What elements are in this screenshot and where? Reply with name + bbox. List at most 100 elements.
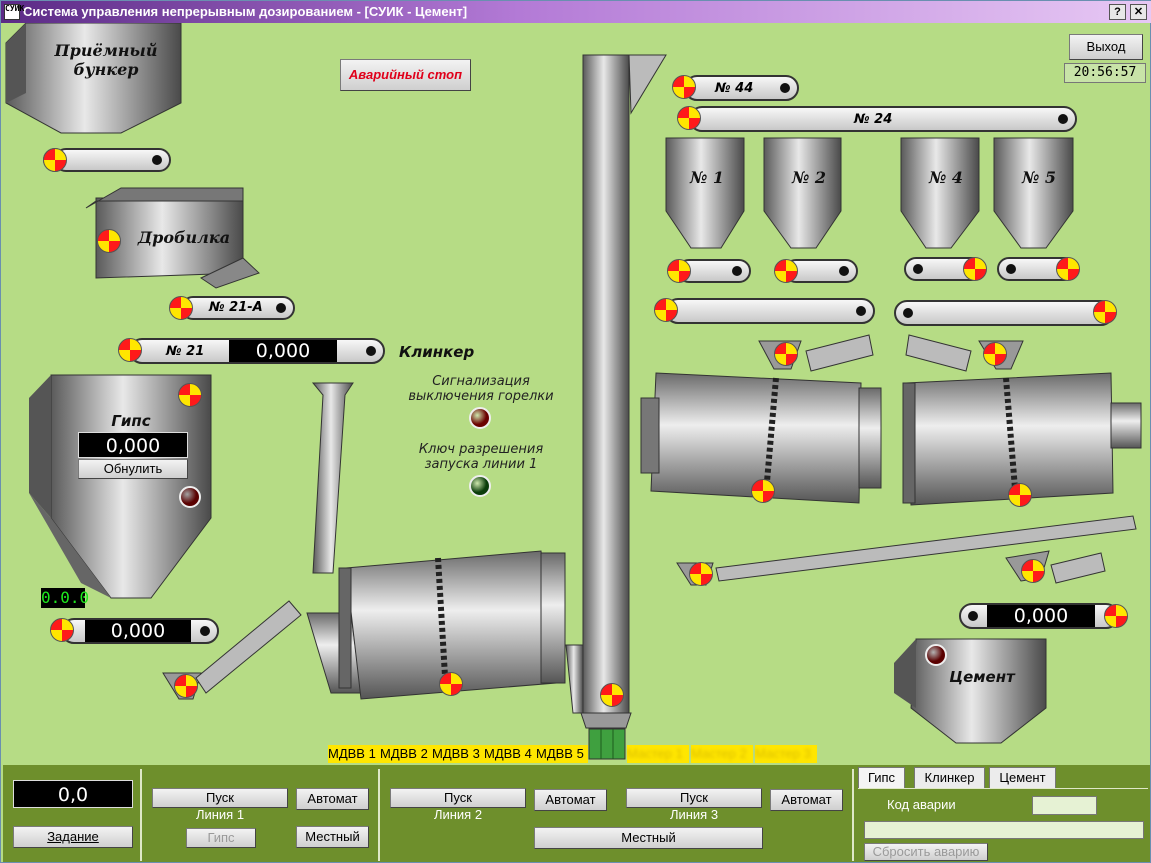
line2-auto-button[interactable]: Автомат — [534, 789, 607, 811]
panel-divider — [852, 769, 854, 861]
silo-1-label: № 1 — [689, 168, 725, 187]
mill-3-indicator[interactable] — [1008, 483, 1032, 507]
collect-conveyor-left[interactable] — [665, 298, 875, 324]
clinker-label: Клинкер — [399, 343, 475, 361]
window-title: Система управления непрерывным дозирован… — [23, 4, 468, 19]
burner-off-label: Сигнализация выключения горелки — [408, 374, 554, 404]
lines23-local-button[interactable]: Местный — [534, 827, 763, 849]
cement-feeder-indicator[interactable] — [1104, 604, 1128, 628]
mdvv-1[interactable]: МДВВ 1 — [328, 745, 380, 763]
line3-start-button[interactable]: Пуск — [626, 788, 762, 808]
line3-label: Линия 3 — [669, 807, 719, 822]
clock: 20:56:57 — [1064, 63, 1146, 83]
mdvv-2[interactable]: МДВВ 2 — [380, 745, 432, 763]
receiving-bunker-label: Приёмный бункер — [54, 41, 158, 79]
gypsum-label: Гипс — [111, 412, 151, 430]
line1-label: Линия 1 — [195, 807, 245, 822]
gypsum-lamp — [179, 486, 201, 508]
panel-divider — [140, 769, 142, 861]
silo-2-label: № 2 — [791, 168, 827, 187]
silo-4-label: № 4 — [928, 168, 964, 187]
tab-cement[interactable]: Цемент — [989, 767, 1056, 789]
alarm-code-label: Код аварии — [887, 797, 956, 812]
setpoint-value: 0,0 — [13, 780, 133, 808]
gypsum-indicator[interactable] — [178, 383, 202, 407]
line1-gypsum-button[interactable]: Гипс — [186, 828, 256, 848]
conveyor-21a-label: № 21-А — [209, 300, 263, 315]
tab-clinker[interactable]: Клинкер — [914, 767, 985, 789]
conveyor-21-indicator[interactable] — [118, 338, 142, 362]
long-screw-conveyor-shape — [676, 515, 1137, 586]
cement-screw-indicator[interactable] — [1021, 559, 1045, 583]
silo-2-feeder-indicator[interactable] — [774, 259, 798, 283]
conveyor-21a-indicator[interactable] — [169, 296, 193, 320]
line3-auto-button[interactable]: Автомат — [770, 789, 843, 811]
crusher-indicator[interactable] — [97, 229, 121, 253]
line2-label: Линия 2 — [433, 807, 483, 822]
main-window: СУИК Система управления непрерывным дози… — [0, 0, 1151, 863]
gypsum-feeder-indicator[interactable] — [50, 618, 74, 642]
conveyor-21-value: 0,000 — [229, 340, 337, 362]
master-3-label: Мастер 3 — [755, 746, 811, 761]
conveyor-24-label: № 24 — [854, 112, 893, 127]
exit-button[interactable]: Выход — [1069, 34, 1143, 60]
collect-conveyor-right-indicator[interactable] — [1093, 300, 1117, 324]
conveyor-24-indicator[interactable] — [677, 106, 701, 130]
cement-lamp — [925, 644, 947, 666]
gypsum-screw-indicator[interactable] — [174, 674, 198, 698]
silo-5-label: № 5 — [1021, 168, 1057, 187]
mdvv-5[interactable]: МДВВ 5 — [536, 745, 588, 763]
gypsum-counter: 0.0.0 — [41, 588, 90, 608]
silo-1-feeder-indicator[interactable] — [667, 259, 691, 283]
alarm-code-field — [1032, 796, 1097, 815]
cement-feeder-value: 0,000 — [987, 605, 1095, 627]
long-screw-indicator[interactable] — [689, 562, 713, 586]
reset-alarm-button[interactable]: Сбросить аварию — [864, 843, 988, 861]
conveyor-bunker-indicator[interactable] — [43, 148, 67, 172]
mdvv-3[interactable]: МДВВ 3 — [432, 745, 484, 763]
line1-auto-button[interactable]: Автомат — [296, 788, 369, 810]
emergency-stop-button[interactable]: Аварийный стоп — [340, 59, 471, 91]
conveyor-bunker[interactable] — [54, 148, 171, 172]
setpoint-button[interactable]: Задание — [13, 826, 133, 848]
silo-5-feeder-indicator[interactable] — [1056, 257, 1080, 281]
master-1-label: Мастер 1 — [627, 746, 683, 761]
collect-conveyor-left-indicator[interactable] — [654, 298, 678, 322]
app-icon: СУИК — [4, 4, 24, 20]
elevator-indicator[interactable] — [600, 683, 624, 707]
mill-1-shape — [306, 550, 566, 700]
line1-start-button[interactable]: Пуск — [152, 788, 288, 808]
mdvv-4[interactable]: МДВВ 4 — [484, 745, 536, 763]
mill-2-indicator[interactable] — [751, 479, 775, 503]
silos-shape — [665, 137, 1074, 249]
panel-divider — [378, 769, 380, 861]
screw-right-indicator[interactable] — [983, 342, 1007, 366]
line1-local-button[interactable]: Местный — [296, 826, 369, 848]
conveyor-44-label: № 44 — [715, 81, 754, 96]
line1-key-lamp — [469, 475, 491, 497]
cement-hopper-shape — [894, 638, 1047, 744]
master-2-label: Мастер 2 — [691, 746, 747, 761]
alarm-message-field — [864, 821, 1144, 839]
title-bar: СУИК Система управления непрерывным дози… — [1, 1, 1151, 23]
gypsum-value: 0,000 — [78, 432, 188, 458]
help-button[interactable]: ? — [1109, 4, 1126, 20]
chute-shape — [311, 382, 354, 574]
process-diagram — [5, 23, 1142, 760]
gypsum-reset-button[interactable]: Обнулить — [78, 459, 188, 479]
conveyor-44-indicator[interactable] — [672, 75, 696, 99]
master-2[interactable]: Мастер 2 — [691, 745, 753, 763]
screw-left-indicator[interactable] — [774, 342, 798, 366]
tab-gypsum[interactable]: Гипс — [858, 767, 905, 789]
master-1[interactable]: Мастер 1 — [627, 745, 689, 763]
silo-4-feeder-indicator[interactable] — [963, 257, 987, 281]
crusher-label: Дробилка — [137, 228, 231, 247]
cement-label: Цемент — [949, 668, 1015, 686]
mill-1-indicator[interactable] — [439, 672, 463, 696]
collect-conveyor-right[interactable] — [894, 300, 1114, 326]
close-button[interactable]: ✕ — [1130, 4, 1147, 20]
line2-start-button[interactable]: Пуск — [390, 788, 526, 808]
gypsum-feeder-value: 0,000 — [85, 620, 191, 642]
conveyor-21-label: № 21 — [166, 344, 205, 359]
master-3[interactable]: Мастер 3 — [755, 745, 817, 763]
